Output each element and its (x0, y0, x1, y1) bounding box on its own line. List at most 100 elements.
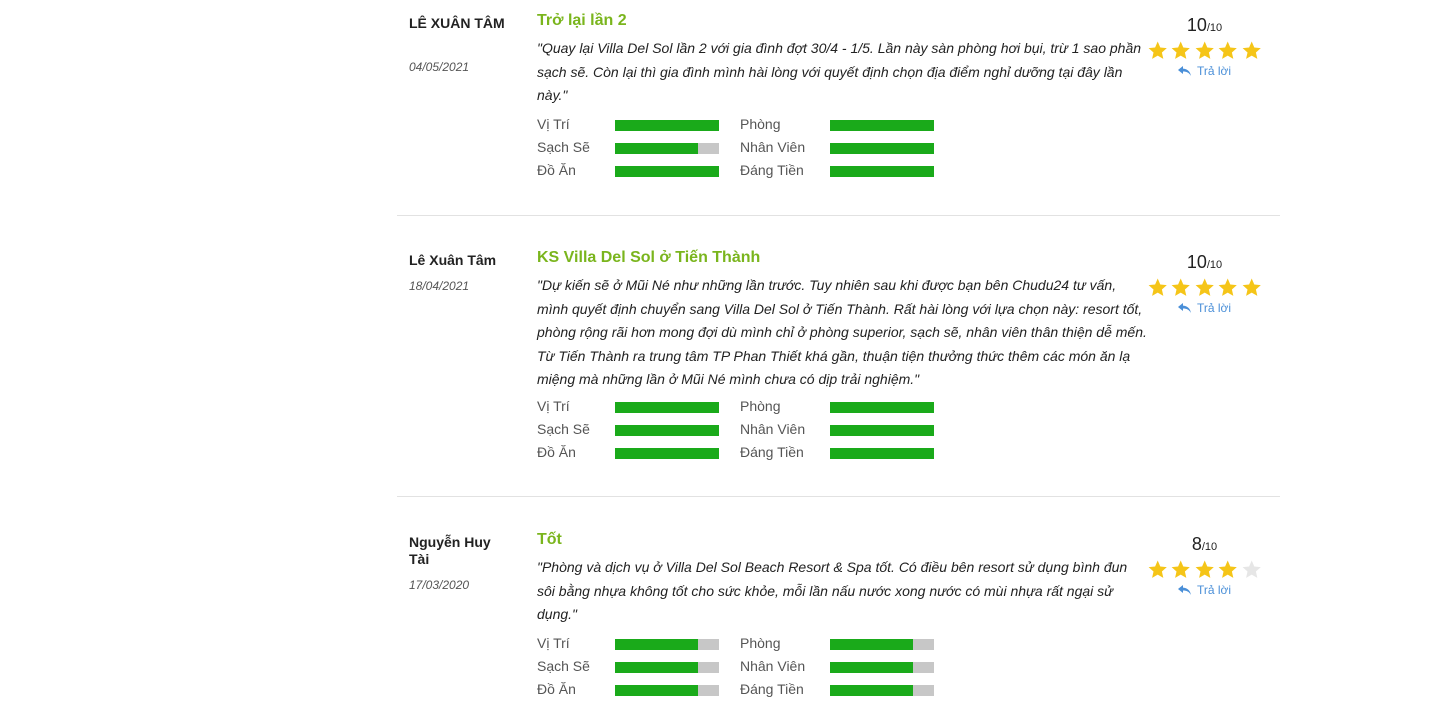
rating-bar (830, 166, 934, 177)
rating-bar (830, 402, 934, 413)
rating-bar (615, 685, 719, 696)
rating-label: Nhân Viên (740, 421, 806, 437)
rating-bar (615, 402, 719, 413)
star-filled-icon (1171, 560, 1191, 578)
rating-label: Đồ Ăn (537, 162, 576, 178)
reply-button[interactable]: Trả lời (1147, 583, 1262, 597)
rating-bar (615, 448, 719, 459)
star-filled-icon (1148, 278, 1167, 296)
rating-label: Vị Trí (537, 398, 570, 414)
rating-bar (615, 120, 719, 131)
rating-label: Nhân Viên (740, 658, 806, 674)
star-filled-icon (1195, 41, 1214, 59)
reply-label: Trả lời (1196, 583, 1232, 597)
rating-bar (615, 166, 719, 177)
review-divider (397, 215, 1280, 216)
star-filled-icon (1218, 278, 1238, 296)
rating-bar-fill (615, 448, 719, 459)
review-title: KS Villa Del Sol ở Tiến Thành (537, 249, 761, 266)
rating-bar (615, 662, 719, 673)
rating-bar-fill (830, 143, 934, 154)
rating-label: Phòng (740, 116, 781, 132)
star-filled-icon (1242, 278, 1261, 296)
review-date: 18/04/2021 (409, 279, 470, 293)
review-date: 17/03/2020 (409, 578, 470, 592)
review-comment: "Dự kiến sẽ ở Mũi Né như những lần trước… (537, 277, 1147, 387)
star-filled-icon (1171, 278, 1191, 296)
rating-bar-fill (830, 425, 934, 436)
rating-label: Đồ Ăn (537, 681, 576, 697)
review-date: 04/05/2021 (409, 60, 470, 74)
review-divider (397, 496, 1280, 497)
review-card: Lê Xuân Tâm 18/04/2021 KS Villa Del Sol … (397, 249, 1280, 472)
rating-label: Phòng (740, 398, 781, 414)
rating-bar (615, 639, 719, 650)
reply-button[interactable]: Trả lời (1147, 64, 1262, 78)
rating-label: Sạch Sẽ (537, 658, 590, 674)
score-box: 10/10 Trả lời (1147, 15, 1262, 78)
rating-bar-fill (615, 402, 719, 413)
review-card: Nguyễn Huy Tài 17/03/2020 Tốt "Phòng và … (397, 531, 1280, 704)
rating-label: Vị Trí (537, 635, 570, 651)
rating-bar (830, 448, 934, 459)
rating-bar (830, 685, 934, 696)
rating-bar-fill (615, 143, 699, 154)
review-title: Trở lại lần 2 (537, 12, 627, 29)
star-filled-icon (1242, 41, 1261, 59)
rating-bar-fill (830, 662, 914, 673)
review-author: LÊ XUÂN TÂM (409, 15, 505, 31)
star-filled-icon (1148, 560, 1167, 578)
rating-bar-fill (830, 166, 934, 177)
rating-label: Vị Trí (537, 116, 570, 132)
reply-icon (1177, 302, 1191, 313)
star-filled-icon (1218, 560, 1238, 578)
rating-label: Phòng (740, 635, 781, 651)
rating-label: Đáng Tiền (740, 681, 804, 697)
rating-bar (615, 425, 719, 436)
rating-label: Đồ Ăn (537, 444, 576, 460)
rating-label: Sạch Sẽ (537, 421, 590, 437)
review-score: 10/10 (1186, 252, 1223, 272)
rating-bar-fill (830, 120, 934, 131)
review-comment: "Phòng và dịch vụ ở Villa Del Sol Beach … (537, 559, 1128, 622)
reply-button[interactable]: Trả lời (1147, 301, 1262, 315)
reply-label: Trả lời (1196, 64, 1232, 78)
review-card: LÊ XUÂN TÂM 04/05/2021 Trở lại lần 2 "Qu… (397, 12, 1280, 190)
rating-label: Đáng Tiền (740, 162, 804, 178)
star-filled-icon (1195, 278, 1214, 296)
rating-bar (830, 639, 934, 650)
rating-bar (615, 143, 719, 154)
rating-label: Sạch Sẽ (537, 139, 590, 155)
score-box: 10/10 Trả lời (1147, 252, 1262, 315)
star-rating (1147, 39, 1262, 61)
rating-bar (830, 425, 934, 436)
rating-bar-fill (615, 166, 719, 177)
rating-bar-fill (830, 685, 914, 696)
reply-label: Trả lời (1196, 301, 1232, 315)
star-filled-icon (1171, 41, 1191, 59)
rating-label: Nhân Viên (740, 139, 806, 155)
star-filled-icon (1218, 41, 1238, 59)
rating-bar-fill (830, 639, 914, 650)
rating-bar-fill (615, 685, 699, 696)
rating-bar (830, 143, 934, 154)
review-score: 8/10 (1191, 534, 1218, 554)
star-empty-icon (1242, 560, 1261, 578)
review-score: 10/10 (1186, 15, 1223, 35)
rating-bar-fill (615, 639, 699, 650)
star-filled-icon (1148, 41, 1167, 59)
rating-bar (830, 662, 934, 673)
star-rating (1147, 276, 1262, 298)
rating-bar (830, 120, 934, 131)
reply-icon (1177, 584, 1191, 595)
review-author: Nguyễn Huy Tài (409, 534, 491, 567)
rating-bar-fill (615, 662, 699, 673)
rating-bar-fill (615, 425, 719, 436)
rating-bar-fill (615, 120, 719, 131)
rating-bar-fill (830, 448, 934, 459)
star-filled-icon (1195, 560, 1214, 578)
star-rating (1147, 558, 1262, 580)
rating-bar-fill (830, 402, 934, 413)
rating-label: Đáng Tiền (740, 444, 804, 460)
score-box: 8/10 Trả lời (1147, 534, 1262, 597)
